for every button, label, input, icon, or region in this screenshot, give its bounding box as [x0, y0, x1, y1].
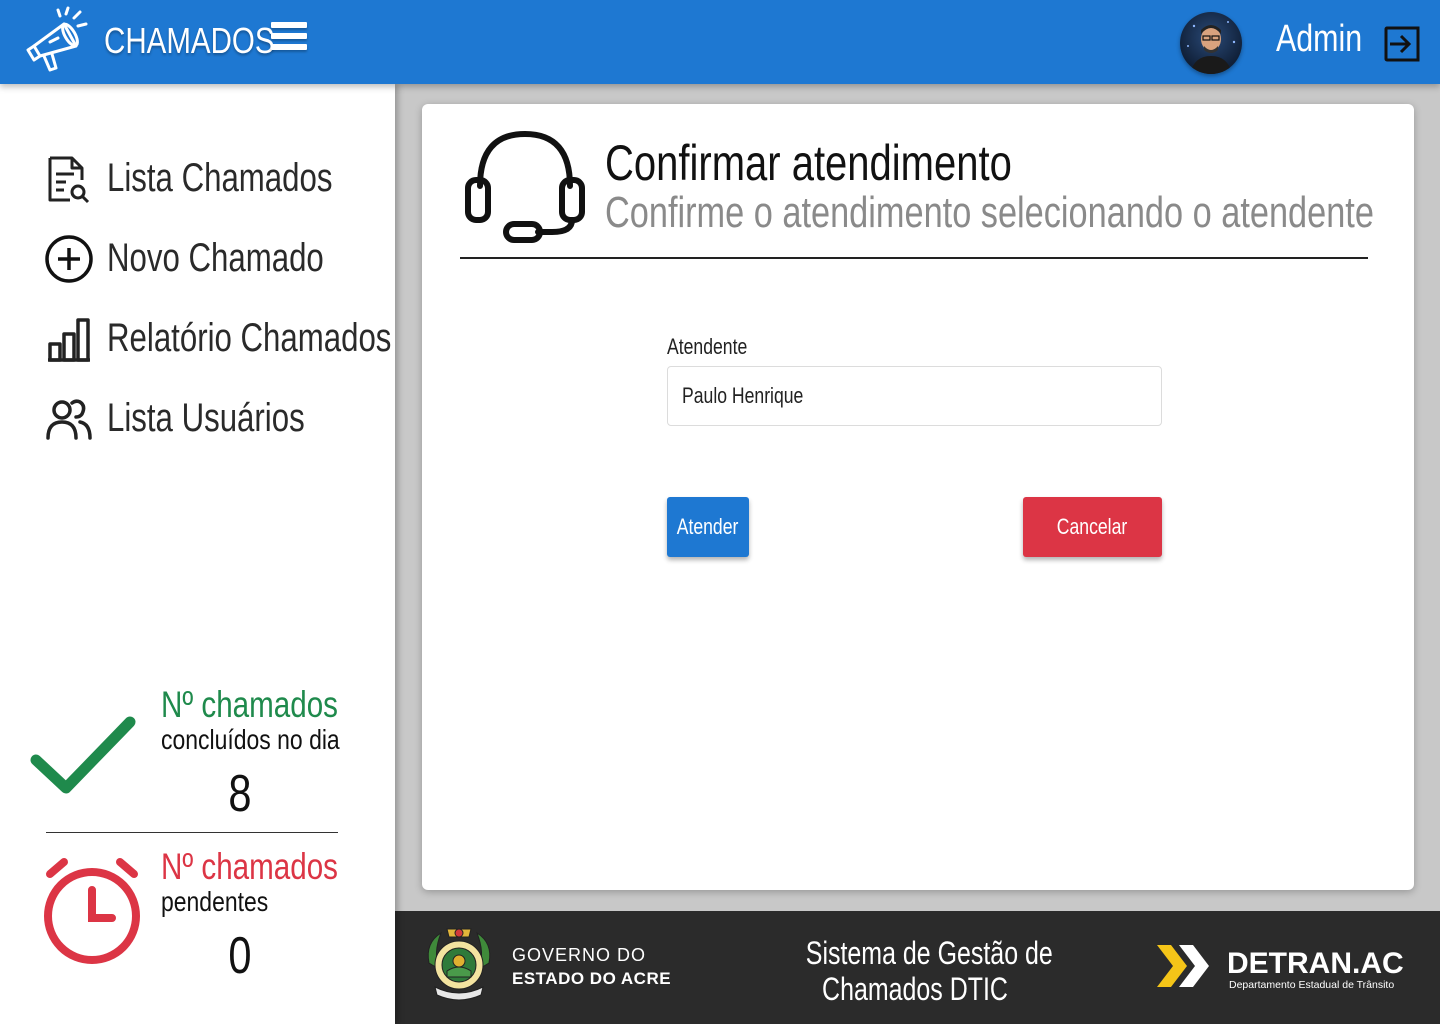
sidebar-item-relatorio[interactable]: Relatório Chamados [44, 310, 391, 366]
stat-pending-subtitle: pendentes [161, 886, 269, 917]
system-name: Sistema de Gestão de Chamados DTIC [775, 935, 1055, 1007]
sidebar-item-lista-chamados[interactable]: Lista Chamados [44, 150, 374, 206]
stat-done-title: Nº chamados [161, 684, 338, 725]
sidebar-item-label: Relatório Chamados [107, 316, 392, 360]
bar-chart-icon [48, 318, 90, 362]
detran-logo-subtitle: Departamento Estadual de Trânsito [1229, 979, 1395, 991]
page-subtitle: Confirme o atendimento selecionando o at… [605, 188, 1374, 237]
sidebar-item-label: Novo Chamado [107, 236, 324, 280]
divider [460, 257, 1368, 259]
hamburger-menu-icon[interactable] [271, 22, 307, 58]
system-line-2: Chamados DTIC [822, 971, 1008, 1007]
divider [46, 832, 338, 833]
sidebar-item-lista-usuarios[interactable]: Lista Usuários [44, 390, 374, 446]
gov-line-2: ESTADO DO ACRE [512, 969, 672, 988]
atendente-value: Paulo Henrique [682, 383, 804, 408]
stat-done-value: 8 [228, 765, 252, 823]
logout-icon[interactable] [1382, 24, 1422, 64]
file-search-icon [48, 156, 90, 204]
system-line-1: Sistema de Gestão de [805, 935, 1053, 971]
user-photo-icon [1187, 21, 1236, 74]
megaphone-icon [26, 6, 88, 72]
avatar[interactable] [1180, 12, 1242, 74]
detran-chevron-icon [1157, 945, 1209, 987]
sidebar-item-label: Lista Chamados [107, 156, 333, 200]
sidebar: Lista Chamados Novo Chamado Relatório Ch… [0, 84, 395, 1024]
main-card: Confirmar atendimento Confirme o atendim… [422, 104, 1414, 890]
detran-logo-text: DETRAN.AC [1227, 947, 1404, 980]
plus-circle-icon [45, 235, 93, 283]
sidebar-item-novo-chamado[interactable]: Novo Chamado [44, 230, 374, 286]
top-bar: CHAMADOS Admin [0, 0, 1440, 84]
users-icon [46, 399, 92, 440]
headset-icon [465, 131, 585, 243]
check-icon [30, 716, 136, 794]
atender-button[interactable]: Atender [667, 497, 749, 557]
user-name: Admin [1276, 18, 1363, 60]
alarm-clock-icon [44, 858, 140, 964]
cancelar-button[interactable]: Cancelar [1023, 497, 1162, 557]
footer: GOVERNO DO ESTADO DO ACRE Sistema de Ges… [395, 911, 1440, 1024]
gov-line-1: GOVERNO DO [512, 945, 647, 965]
app-title: CHAMADOS [104, 20, 275, 61]
atendente-label: Atendente [667, 334, 748, 359]
stat-pending-value: 0 [228, 927, 252, 985]
page-title: Confirmar atendimento [605, 135, 1012, 191]
atendente-select[interactable]: Paulo Henrique [667, 366, 1162, 426]
atender-button-label: Atender [677, 514, 739, 539]
cancelar-button-label: Cancelar [1057, 514, 1128, 539]
stat-pending-title: Nº chamados [161, 846, 338, 887]
stat-done-subtitle: concluídos no dia [161, 724, 340, 755]
sidebar-item-label: Lista Usuários [107, 396, 305, 440]
acre-coat-of-arms-icon [427, 928, 491, 1001]
